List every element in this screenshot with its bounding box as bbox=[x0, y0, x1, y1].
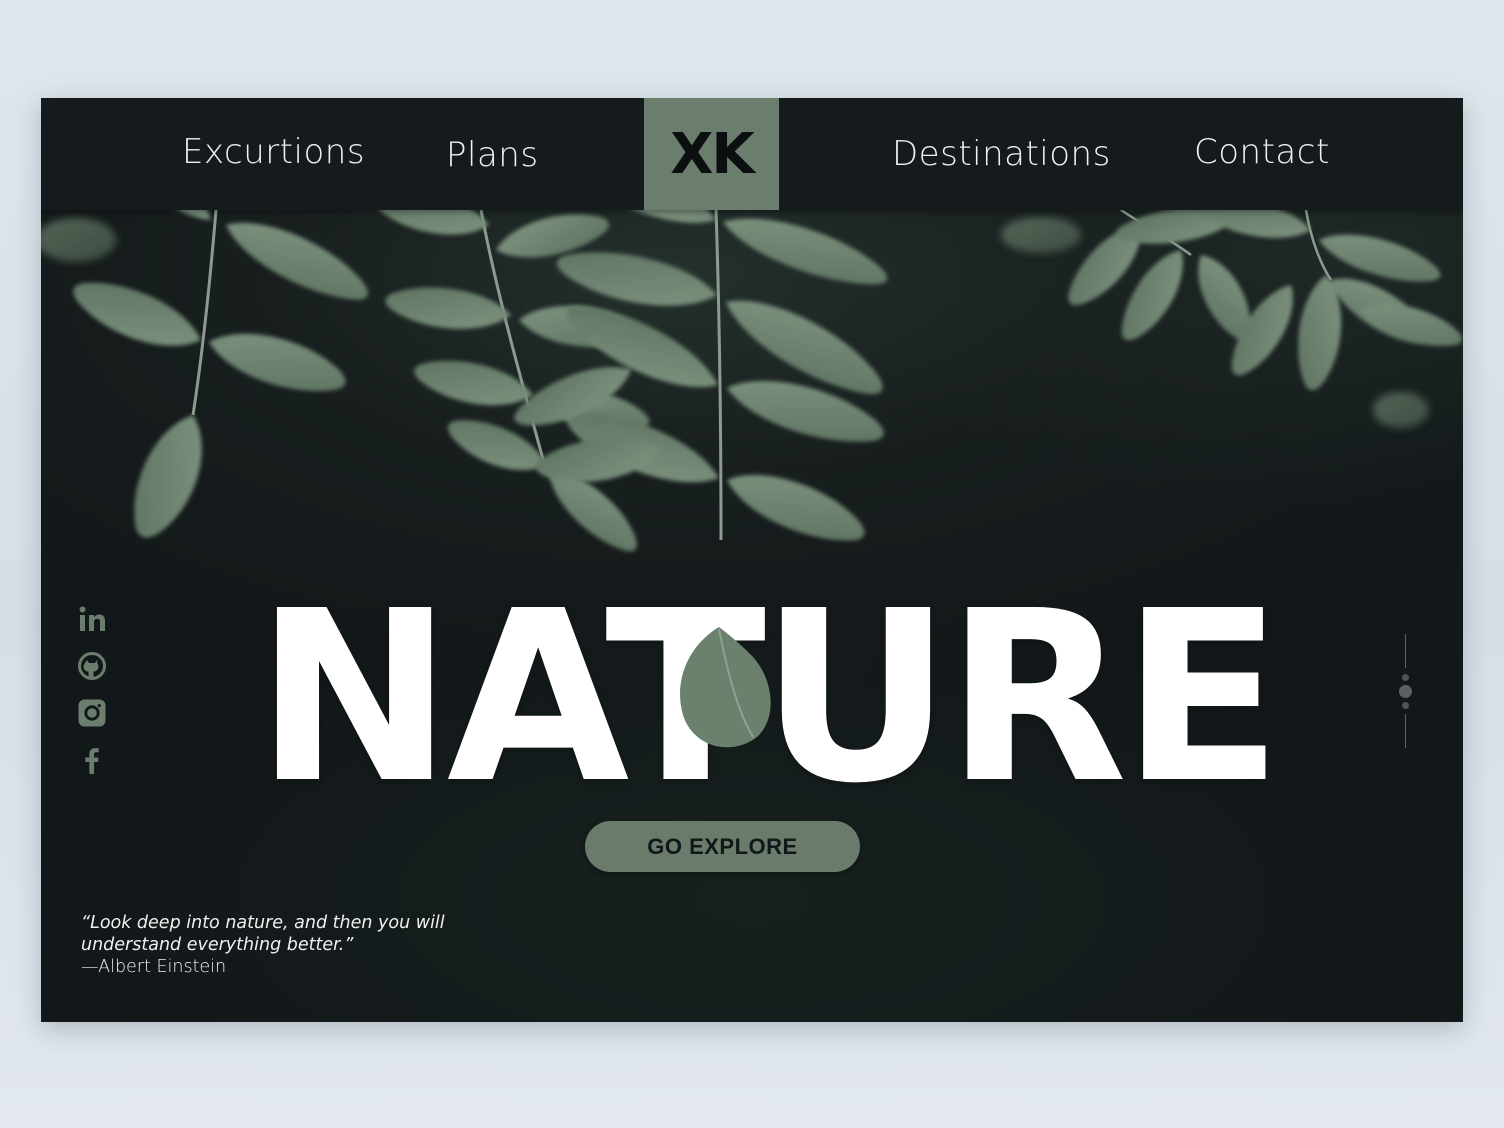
nav-link-plans[interactable]: Plans bbox=[446, 135, 539, 175]
slide-dot[interactable] bbox=[1402, 702, 1409, 709]
slide-indicator-line-top bbox=[1405, 634, 1406, 668]
slide-indicator-line-bottom bbox=[1405, 714, 1406, 748]
nav-link-contact[interactable]: Contact bbox=[1194, 132, 1330, 172]
social-links bbox=[77, 604, 107, 792]
nav-link-excurtions[interactable]: Excurtions bbox=[182, 132, 365, 172]
quote-author: —Albert Einstein bbox=[81, 957, 227, 977]
slide-dot[interactable] bbox=[1402, 674, 1409, 681]
hero-section: NATURE GO EXPLORE bbox=[41, 210, 1463, 1022]
linkedin-icon[interactable] bbox=[77, 604, 107, 634]
landing-page-frame: Excurtions Plans XK Destinations Contact bbox=[41, 98, 1463, 1022]
quote-block: “Look deep into nature, and then you wil… bbox=[81, 912, 481, 978]
overlapping-leaf bbox=[680, 627, 771, 748]
slide-indicator bbox=[1396, 634, 1416, 748]
nav-link-destinations[interactable]: Destinations bbox=[892, 134, 1111, 174]
slide-dot-active[interactable] bbox=[1399, 685, 1412, 698]
facebook-icon[interactable] bbox=[77, 745, 107, 775]
go-explore-label: GO EXPLORE bbox=[647, 833, 798, 859]
logo-button[interactable]: XK bbox=[644, 98, 779, 210]
logo-text: XK bbox=[670, 121, 755, 187]
go-explore-button[interactable]: GO EXPLORE bbox=[585, 821, 860, 872]
github-icon[interactable] bbox=[77, 651, 107, 681]
quote-text: “Look deep into nature, and then you wil… bbox=[81, 913, 445, 955]
instagram-icon[interactable] bbox=[77, 698, 107, 728]
top-navigation: Excurtions Plans XK Destinations Contact bbox=[41, 98, 1463, 210]
